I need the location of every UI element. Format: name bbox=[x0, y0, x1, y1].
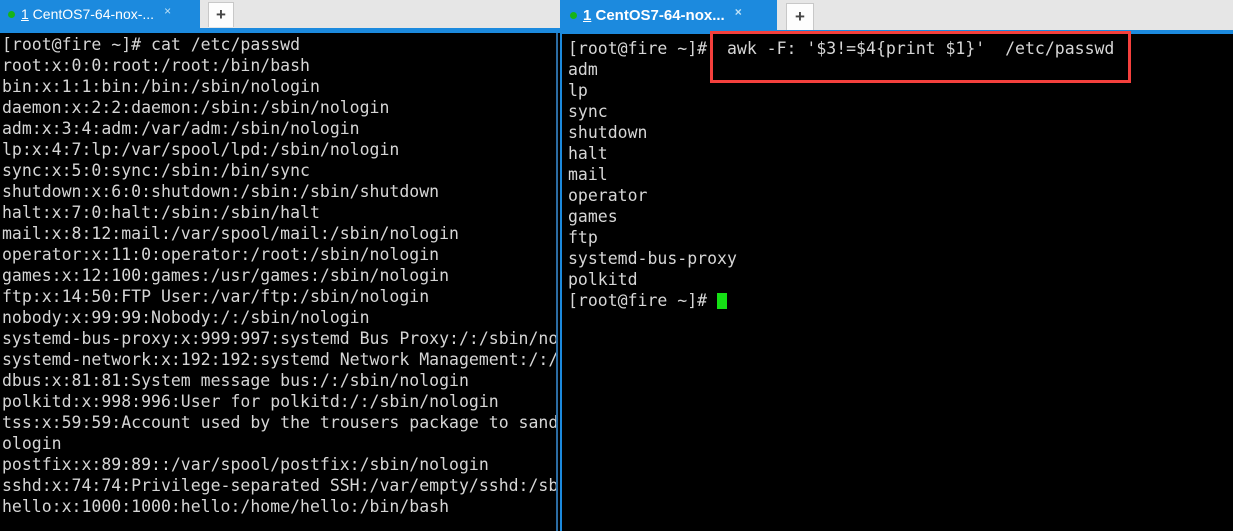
tab-label-left: 1 CentOS7-64-nox-... bbox=[21, 6, 154, 22]
tab-centos-left[interactable]: 1 CentOS7-64-nox-... × bbox=[0, 0, 200, 28]
tab-index-left: 1 bbox=[21, 6, 29, 22]
terminal-line: adm:x:3:4:adm:/var/adm:/sbin/nologin bbox=[2, 119, 360, 138]
terminal-line: systemd-bus-proxy bbox=[568, 249, 737, 268]
terminal-line: polkitd bbox=[568, 270, 638, 289]
terminal-line: shutdown:x:6:0:shutdown:/sbin:/sbin/shut… bbox=[2, 182, 440, 201]
terminal-line: adm bbox=[568, 60, 598, 79]
terminal-output-right[interactable]: [root@fire ~]# awk -F: '$3!=$4{print $1}… bbox=[568, 38, 1228, 531]
window-divider bbox=[556, 33, 558, 531]
terminal-line: ftp bbox=[568, 228, 598, 247]
terminal-line: root:x:0:0:root:/root:/bin/bash bbox=[2, 56, 310, 75]
connection-status-dot-icon bbox=[570, 11, 577, 19]
terminal-line: systemd-bus-proxy:x:999:997:systemd Bus … bbox=[2, 329, 558, 348]
close-icon[interactable]: × bbox=[735, 6, 742, 18]
terminal-line: lp bbox=[568, 81, 588, 100]
terminal-line: halt bbox=[568, 144, 608, 163]
terminal-cursor bbox=[717, 293, 728, 309]
terminal-line: halt:x:7:0:halt:/sbin:/sbin/halt bbox=[2, 203, 320, 222]
tab-centos-right[interactable]: 1 CentOS7-64-nox... × bbox=[562, 0, 777, 30]
terminal-line: sshd:x:74:74:Privilege-separated SSH:/va… bbox=[2, 476, 558, 495]
terminal-line: [root@fire ~]# cat /etc/passwd bbox=[2, 35, 301, 54]
connection-status-dot-icon bbox=[8, 10, 15, 18]
terminal-window-left: 1 CentOS7-64-nox-... × + [root@fire ~]# … bbox=[0, 0, 560, 531]
terminal-window-right: 1 CentOS7-64-nox... × + [root@fire ~]# a… bbox=[560, 0, 1233, 531]
terminal-line: sync:x:5:0:sync:/sbin:/bin/sync bbox=[2, 161, 310, 180]
terminal-line: ftp:x:14:50:FTP User:/var/ftp:/sbin/nolo… bbox=[2, 287, 430, 306]
terminal-line: postfix:x:89:89::/var/spool/postfix:/sbi… bbox=[2, 455, 489, 474]
tab-label-right: 1 CentOS7-64-nox... bbox=[583, 7, 725, 24]
new-tab-button-right[interactable]: + bbox=[786, 3, 814, 30]
tab-strip-right: 1 CentOS7-64-nox... × + bbox=[562, 0, 1233, 30]
window-accent-bar-right bbox=[562, 30, 1233, 34]
terminal-line: operator:x:11:0:operator:/root:/sbin/nol… bbox=[2, 245, 440, 264]
terminal-line: lp:x:4:7:lp:/var/spool/lpd:/sbin/nologin bbox=[2, 140, 400, 159]
tab-strip-left: 1 CentOS7-64-nox-... × + bbox=[0, 0, 560, 28]
shell-prompt: [root@fire ~]# bbox=[568, 291, 718, 310]
close-icon[interactable]: × bbox=[164, 5, 171, 17]
terminal-prompt-line: [root@fire ~]# awk -F: '$3!=$4{print $1}… bbox=[568, 38, 1228, 59]
terminal-line: shutdown bbox=[568, 123, 648, 142]
terminal-line: systemd-network:x:192:192:systemd Networ… bbox=[2, 350, 558, 369]
terminal-line: ologin bbox=[2, 434, 62, 453]
window-accent-bar-left bbox=[0, 28, 560, 33]
shell-prompt: [root@fire ~]# bbox=[568, 39, 718, 58]
terminal-line: mail bbox=[568, 165, 608, 184]
terminal-line: mail:x:8:12:mail:/var/spool/mail:/sbin/n… bbox=[2, 224, 459, 243]
tab-title-left: CentOS7-64-nox-... bbox=[28, 6, 155, 22]
terminal-line: games bbox=[568, 207, 618, 226]
terminal-output-left[interactable]: [root@fire ~]# cat /etc/passwd root:x:0:0… bbox=[2, 34, 558, 531]
screen: 1 CentOS7-64-nox-... × + [root@fire ~]# … bbox=[0, 0, 1233, 531]
awk-command-text: awk -F: '$3!=$4{print $1}' /etc/passwd bbox=[717, 39, 1115, 58]
new-tab-button-left[interactable]: + bbox=[208, 2, 234, 27]
terminal-prompt-line-final: [root@fire ~]# bbox=[568, 290, 1228, 311]
terminal-line: games:x:12:100:games:/usr/games:/sbin/no… bbox=[2, 266, 450, 285]
terminal-line: sync bbox=[568, 102, 608, 121]
terminal-line: daemon:x:2:2:daemon:/sbin:/sbin/nologin bbox=[2, 98, 390, 117]
terminal-line: operator bbox=[568, 186, 648, 205]
terminal-line: nobody:x:99:99:Nobody:/:/sbin/nologin bbox=[2, 308, 370, 327]
terminal-line: hello:x:1000:1000:hello:/home/hello:/bin… bbox=[2, 497, 450, 516]
tab-title-right: CentOS7-64-nox... bbox=[591, 6, 725, 24]
terminal-line: tss:x:59:59:Account used by the trousers… bbox=[2, 413, 558, 432]
terminal-line: polkitd:x:998:996:User for polkitd:/:/sb… bbox=[2, 392, 499, 411]
terminal-line: bin:x:1:1:bin:/bin:/sbin/nologin bbox=[2, 77, 320, 96]
terminal-line: dbus:x:81:81:System message bus:/:/sbin/… bbox=[2, 371, 469, 390]
